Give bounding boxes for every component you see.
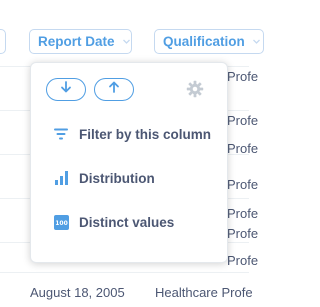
table-cell: Profe bbox=[227, 69, 259, 84]
column-header-label: Report Date bbox=[38, 34, 115, 49]
menu-item-label: Distribution bbox=[79, 170, 155, 186]
column-actions-popover: Filter by this column Distribution 100 D… bbox=[30, 62, 228, 263]
table-cell: Profe bbox=[227, 141, 259, 156]
table-cell: Profe bbox=[227, 206, 259, 221]
filter-by-column-item[interactable]: Filter by this column bbox=[53, 121, 211, 147]
chevron-down-icon bbox=[252, 37, 261, 46]
sort-ascending-button[interactable] bbox=[94, 78, 134, 101]
number-100-icon: 100 bbox=[53, 214, 69, 230]
table-cell: Profe bbox=[227, 226, 259, 241]
distribution-item[interactable]: Distribution bbox=[53, 165, 155, 191]
arrow-up-icon bbox=[107, 80, 121, 99]
arrow-down-icon bbox=[59, 80, 73, 99]
menu-item-label: Distinct values bbox=[79, 214, 175, 230]
distinct-values-item[interactable]: 100 Distinct values bbox=[53, 209, 174, 235]
sort-descending-button[interactable] bbox=[46, 78, 86, 101]
chevron-down-icon bbox=[122, 37, 131, 46]
bar-chart-icon bbox=[53, 170, 69, 186]
table-cell-report-date: August 18, 2005 bbox=[30, 285, 125, 300]
filter-icon bbox=[53, 126, 69, 142]
table-cell: Profe bbox=[227, 113, 259, 128]
gear-icon[interactable] bbox=[186, 80, 204, 98]
table-cell: Profe bbox=[227, 177, 259, 192]
column-header-label: Qualification bbox=[163, 34, 245, 49]
table-header: Report Date Qualification bbox=[0, 0, 264, 58]
column-header-report-date[interactable]: Report Date bbox=[29, 29, 132, 54]
menu-item-label: Filter by this column bbox=[79, 126, 212, 142]
row-divider bbox=[0, 272, 249, 273]
table-cell-qualification: Healthcare Profe bbox=[155, 285, 253, 300]
table-cell: Profe bbox=[227, 253, 259, 268]
column-header-previous[interactable] bbox=[0, 29, 6, 54]
svg-text:100: 100 bbox=[55, 220, 68, 227]
column-header-qualification[interactable]: Qualification bbox=[154, 29, 264, 54]
